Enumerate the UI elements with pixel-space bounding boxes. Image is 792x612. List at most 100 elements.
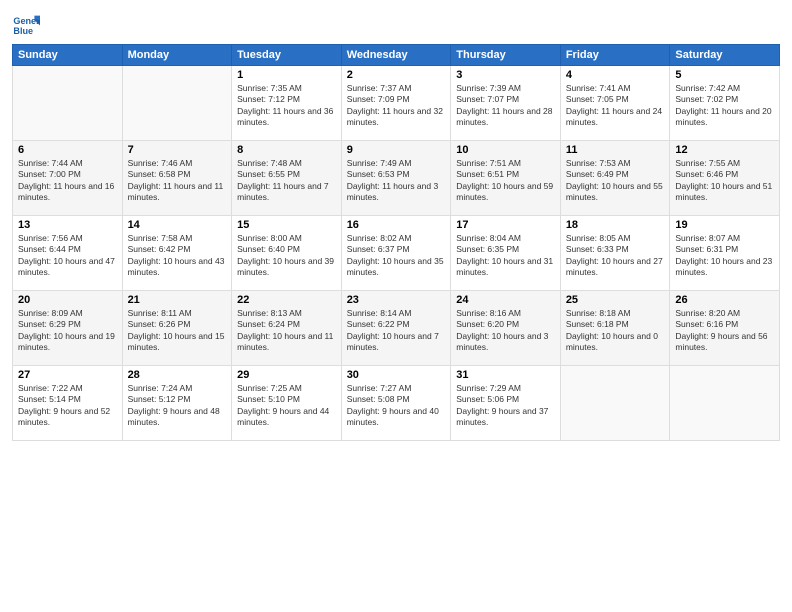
weekday-header-friday: Friday	[560, 45, 670, 66]
calendar-cell: 24 Sunrise: 8:16 AMSunset: 6:20 PMDayligh…	[451, 291, 561, 366]
day-info: Sunrise: 8:02 AMSunset: 6:37 PMDaylight:…	[347, 233, 446, 279]
calendar-cell: 18 Sunrise: 8:05 AMSunset: 6:33 PMDayligh…	[560, 216, 670, 291]
day-number: 2	[347, 69, 446, 81]
day-number: 23	[347, 294, 446, 306]
day-info: Sunrise: 7:41 AMSunset: 7:05 PMDaylight:…	[566, 83, 665, 129]
day-info: Sunrise: 8:20 AMSunset: 6:16 PMDaylight:…	[675, 308, 774, 354]
day-number: 28	[128, 369, 227, 381]
day-number: 16	[347, 219, 446, 231]
day-number: 25	[566, 294, 665, 306]
calendar-cell: 17Sunrise: 8:04 AMSunset: 6:35 PMDayligh…	[451, 216, 561, 291]
day-info: Sunrise: 7:56 AMSunset: 6:44 PMDaylight:…	[18, 233, 117, 279]
calendar-cell: 12 Sunrise: 7:55 AMSunset: 6:46 PMDayligh…	[670, 141, 780, 216]
day-info: Sunrise: 7:44 AMSunset: 7:00 PMDaylight:…	[18, 158, 117, 204]
day-number: 12	[675, 144, 774, 156]
day-info: Sunrise: 7:22 AMSunset: 5:14 PMDaylight:…	[18, 383, 117, 429]
day-number: 24	[456, 294, 555, 306]
day-number: 5	[675, 69, 774, 81]
calendar-cell: 9 Sunrise: 7:49 AMSunset: 6:53 PMDaylight…	[341, 141, 451, 216]
week-row-4: 20 Sunrise: 8:09 AMSunset: 6:29 PMDayligh…	[13, 291, 780, 366]
day-number: 6	[18, 144, 117, 156]
day-info: Sunrise: 7:48 AMSunset: 6:55 PMDaylight:…	[237, 158, 336, 204]
page-header: General Blue	[12, 10, 780, 38]
day-number: 11	[566, 144, 665, 156]
day-number: 29	[237, 369, 336, 381]
day-number: 21	[128, 294, 227, 306]
day-number: 15	[237, 219, 336, 231]
calendar-cell: 25 Sunrise: 8:18 AMSunset: 6:18 PMDayligh…	[560, 291, 670, 366]
day-info: Sunrise: 8:16 AMSunset: 6:20 PMDaylight:…	[456, 308, 555, 354]
day-info: Sunrise: 8:14 AMSunset: 6:22 PMDaylight:…	[347, 308, 446, 354]
day-info: Sunrise: 7:49 AMSunset: 6:53 PMDaylight:…	[347, 158, 446, 204]
day-number: 4	[566, 69, 665, 81]
weekday-header-row: SundayMondayTuesdayWednesdayThursdayFrid…	[13, 45, 780, 66]
day-info: Sunrise: 7:55 AMSunset: 6:46 PMDaylight:…	[675, 158, 774, 204]
calendar-cell: 10 Sunrise: 7:51 AMSunset: 6:51 PMDayligh…	[451, 141, 561, 216]
calendar-cell: 21 Sunrise: 8:11 AMSunset: 6:26 PMDayligh…	[122, 291, 232, 366]
day-number: 19	[675, 219, 774, 231]
calendar-cell	[13, 66, 123, 141]
calendar-cell: 27 Sunrise: 7:22 AMSunset: 5:14 PMDayligh…	[13, 366, 123, 441]
day-info: Sunrise: 7:42 AMSunset: 7:02 PMDaylight:…	[675, 83, 774, 129]
week-row-1: 1 Sunrise: 7:35 AMSunset: 7:12 PMDaylight…	[13, 66, 780, 141]
calendar-cell	[560, 366, 670, 441]
calendar-cell: 20 Sunrise: 8:09 AMSunset: 6:29 PMDayligh…	[13, 291, 123, 366]
day-number: 1	[237, 69, 336, 81]
calendar-cell: 13 Sunrise: 7:56 AMSunset: 6:44 PMDayligh…	[13, 216, 123, 291]
day-info: Sunrise: 8:18 AMSunset: 6:18 PMDaylight:…	[566, 308, 665, 354]
day-info: Sunrise: 8:05 AMSunset: 6:33 PMDaylight:…	[566, 233, 665, 279]
calendar-cell: 15 Sunrise: 8:00 AMSunset: 6:40 PMDayligh…	[232, 216, 342, 291]
weekday-header-tuesday: Tuesday	[232, 45, 342, 66]
day-number: 31	[456, 369, 555, 381]
day-number: 9	[347, 144, 446, 156]
calendar-cell: 4 Sunrise: 7:41 AMSunset: 7:05 PMDaylight…	[560, 66, 670, 141]
day-number: 18	[566, 219, 665, 231]
day-info: Sunrise: 7:39 AMSunset: 7:07 PMDaylight:…	[456, 83, 555, 129]
calendar-cell: 16 Sunrise: 8:02 AMSunset: 6:37 PMDayligh…	[341, 216, 451, 291]
calendar-cell: 14Sunrise: 7:58 AMSunset: 6:42 PMDayligh…	[122, 216, 232, 291]
day-info: Sunrise: 7:58 AMSunset: 6:42 PMDaylight:…	[128, 233, 227, 279]
day-number: 13	[18, 219, 117, 231]
calendar-cell: 1 Sunrise: 7:35 AMSunset: 7:12 PMDaylight…	[232, 66, 342, 141]
day-info: Sunrise: 7:37 AMSunset: 7:09 PMDaylight:…	[347, 83, 446, 129]
day-number: 3	[456, 69, 555, 81]
calendar-cell: 19 Sunrise: 8:07 AMSunset: 6:31 PMDayligh…	[670, 216, 780, 291]
calendar-cell: 6 Sunrise: 7:44 AMSunset: 7:00 PMDaylight…	[13, 141, 123, 216]
calendar-cell: 7 Sunrise: 7:46 AMSunset: 6:58 PMDaylight…	[122, 141, 232, 216]
day-info: Sunrise: 8:07 AMSunset: 6:31 PMDaylight:…	[675, 233, 774, 279]
day-number: 20	[18, 294, 117, 306]
logo: General Blue	[12, 10, 44, 38]
week-row-2: 6 Sunrise: 7:44 AMSunset: 7:00 PMDaylight…	[13, 141, 780, 216]
calendar-cell: 8 Sunrise: 7:48 AMSunset: 6:55 PMDaylight…	[232, 141, 342, 216]
weekday-header-wednesday: Wednesday	[341, 45, 451, 66]
day-info: Sunrise: 7:51 AMSunset: 6:51 PMDaylight:…	[456, 158, 555, 204]
logo-icon: General Blue	[12, 10, 40, 38]
calendar-table: SundayMondayTuesdayWednesdayThursdayFrid…	[12, 44, 780, 441]
day-number: 30	[347, 369, 446, 381]
calendar-cell: 29Sunrise: 7:25 AMSunset: 5:10 PMDayligh…	[232, 366, 342, 441]
calendar-cell: 26 Sunrise: 8:20 AMSunset: 6:16 PMDayligh…	[670, 291, 780, 366]
day-number: 22	[237, 294, 336, 306]
day-info: Sunrise: 8:11 AMSunset: 6:26 PMDaylight:…	[128, 308, 227, 354]
day-info: Sunrise: 7:35 AMSunset: 7:12 PMDaylight:…	[237, 83, 336, 129]
day-number: 8	[237, 144, 336, 156]
week-row-3: 13 Sunrise: 7:56 AMSunset: 6:44 PMDayligh…	[13, 216, 780, 291]
week-row-5: 27 Sunrise: 7:22 AMSunset: 5:14 PMDayligh…	[13, 366, 780, 441]
day-info: Sunrise: 8:00 AMSunset: 6:40 PMDaylight:…	[237, 233, 336, 279]
calendar-cell: 11 Sunrise: 7:53 AMSunset: 6:49 PMDayligh…	[560, 141, 670, 216]
calendar-cell: 31 Sunrise: 7:29 AMSunset: 5:06 PMDayligh…	[451, 366, 561, 441]
day-info: Sunrise: 7:29 AMSunset: 5:06 PMDaylight:…	[456, 383, 555, 429]
day-info: Sunrise: 7:53 AMSunset: 6:49 PMDaylight:…	[566, 158, 665, 204]
day-number: 10	[456, 144, 555, 156]
day-info: Sunrise: 7:27 AMSunset: 5:08 PMDaylight:…	[347, 383, 446, 429]
day-number: 7	[128, 144, 227, 156]
weekday-header-saturday: Saturday	[670, 45, 780, 66]
day-number: 26	[675, 294, 774, 306]
day-info: Sunrise: 8:13 AMSunset: 6:24 PMDaylight:…	[237, 308, 336, 354]
day-info: Sunrise: 7:46 AMSunset: 6:58 PMDaylight:…	[128, 158, 227, 204]
calendar-cell: 28Sunrise: 7:24 AMSunset: 5:12 PMDayligh…	[122, 366, 232, 441]
day-info: Sunrise: 8:04 AMSunset: 6:35 PMDaylight:…	[456, 233, 555, 279]
day-number: 27	[18, 369, 117, 381]
day-info: Sunrise: 8:09 AMSunset: 6:29 PMDaylight:…	[18, 308, 117, 354]
calendar-cell: 30 Sunrise: 7:27 AMSunset: 5:08 PMDayligh…	[341, 366, 451, 441]
